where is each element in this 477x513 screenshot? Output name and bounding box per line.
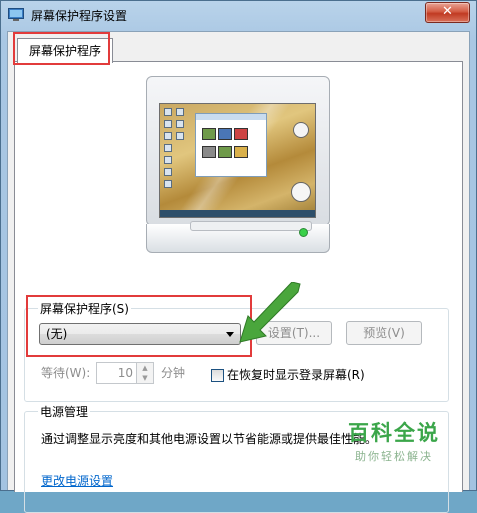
preview-taskbar xyxy=(160,210,315,217)
screensaver-select[interactable]: (无) xyxy=(39,323,241,345)
watermark-subtitle: 助你轻松解决 xyxy=(355,450,433,463)
green-arrow-icon xyxy=(239,282,301,343)
screensaver-preview-monitor xyxy=(146,76,330,253)
wait-minutes-stepper[interactable]: 10 ▲ ▼ xyxy=(96,362,154,384)
monitor-screen-preview xyxy=(159,103,316,218)
screensaver-select-value: (无) xyxy=(46,327,68,341)
power-group-label: 电源管理 xyxy=(38,403,91,420)
clock-gadget-icon xyxy=(293,122,309,138)
title-bar[interactable]: 屏幕保护程序设置 ✕ xyxy=(1,1,476,29)
clock-gadget-icon xyxy=(291,182,311,202)
resume-login-label[interactable]: 在恢复时显示登录屏幕(R) xyxy=(227,366,365,383)
minutes-label: 分钟 xyxy=(161,366,186,380)
wait-label: 等待(W): xyxy=(41,366,91,380)
resume-login-checkbox[interactable] xyxy=(211,369,224,382)
display-settings-icon xyxy=(8,8,24,21)
monitor-button-bar xyxy=(190,221,312,231)
tab-screensaver[interactable]: 屏幕保护程序 xyxy=(17,38,113,63)
wait-minutes-value: 10 xyxy=(117,366,133,380)
watermark-logo: 百科全说 xyxy=(348,421,440,445)
preview-explorer-window xyxy=(195,113,267,177)
screensaver-group-label: 屏幕保护程序(S) xyxy=(38,300,131,317)
change-power-settings-link[interactable]: 更改电源设置 xyxy=(41,472,113,489)
preview-button[interactable]: 预览(V) xyxy=(346,321,422,345)
power-led-icon xyxy=(299,228,308,237)
spin-down-icon[interactable]: ▼ xyxy=(136,373,153,383)
close-button[interactable]: ✕ xyxy=(425,2,470,23)
window-title: 屏幕保护程序设置 xyxy=(31,9,128,23)
